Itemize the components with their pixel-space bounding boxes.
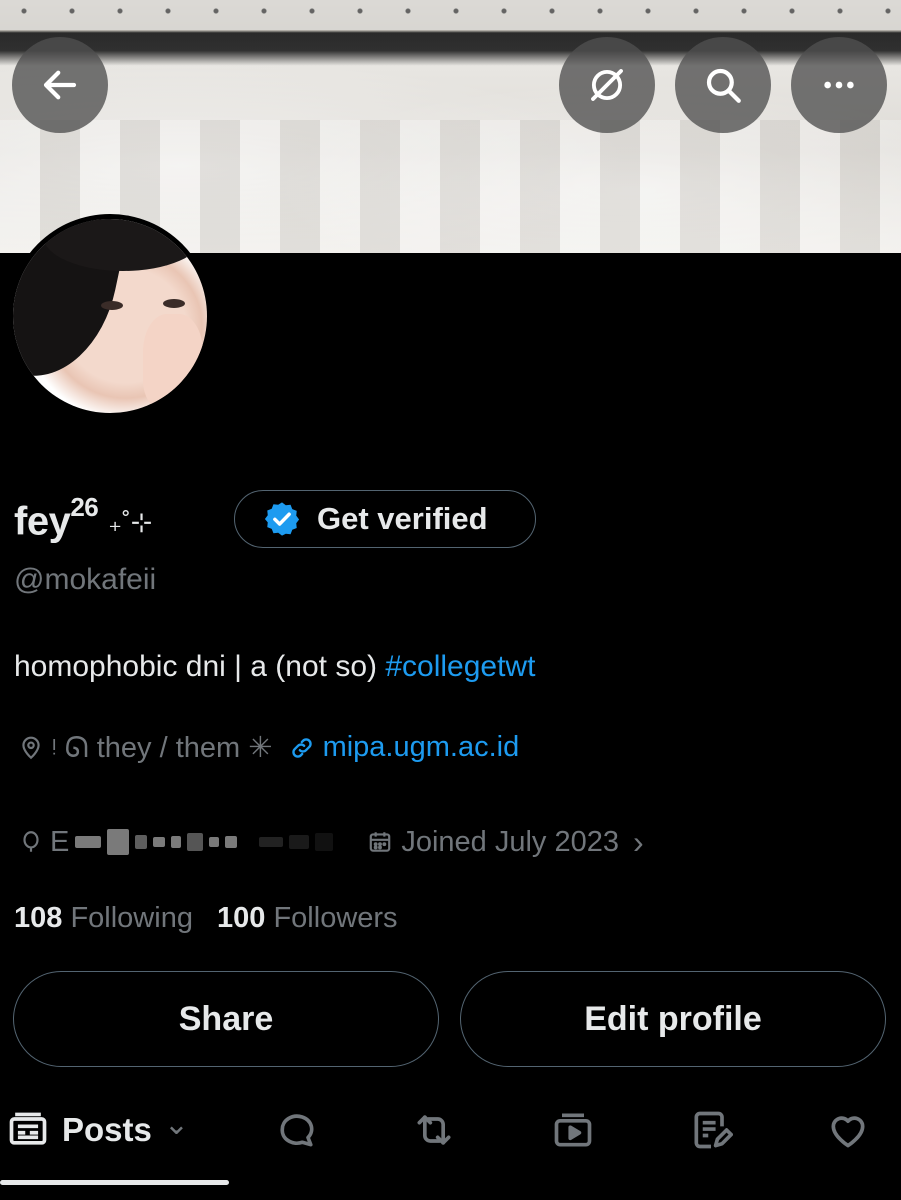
followers-link[interactable]: 100 Followers <box>217 902 398 934</box>
posts-feed-icon <box>9 1112 47 1145</box>
pixelated-birthday <box>75 829 339 855</box>
tab-articles[interactable] <box>689 1095 733 1165</box>
avatar-hand <box>143 314 203 409</box>
arrow-left-icon <box>43 70 77 100</box>
balloon-icon <box>23 831 39 852</box>
grok-icon <box>591 69 623 101</box>
following-count: 108 <box>14 902 63 934</box>
video-icon <box>554 1113 592 1147</box>
chevron-down-icon[interactable]: ⌄ <box>164 1107 189 1142</box>
get-verified-button[interactable]: Get verified <box>234 490 536 548</box>
tab-likes[interactable] <box>826 1095 870 1165</box>
tab-videos[interactable] <box>551 1095 595 1165</box>
display-name-superscript: 26 <box>70 491 99 522</box>
profile-meta-row-1: ᵎ ᘏ they / them ✳︎ mipa.ugm.ac.id <box>18 730 519 765</box>
tab-reposts[interactable] <box>412 1095 456 1165</box>
grok-button[interactable] <box>559 37 655 133</box>
more-button[interactable] <box>791 37 887 133</box>
following-label: Following <box>70 902 193 934</box>
calendar-icon <box>370 832 391 852</box>
bio-hashtag-link[interactable]: #collegetwt <box>385 650 535 683</box>
bio-text: homophobic dni | a (not so) <box>14 650 386 683</box>
reply-icon <box>280 1114 314 1147</box>
avatar-eye-right <box>163 299 185 308</box>
heart-icon <box>831 1116 865 1148</box>
display-name: fey26 <box>14 492 99 544</box>
followers-count: 100 <box>217 902 266 934</box>
link-icon <box>291 737 312 758</box>
edit-profile-label: Edit profile <box>584 999 762 1038</box>
tab-posts[interactable]: Posts ⌄ <box>6 1095 189 1165</box>
following-link[interactable]: 108 Following <box>14 902 193 934</box>
joined-date: Joined July 2023 <box>401 825 619 858</box>
avatar-photo <box>13 219 207 413</box>
joined-chevron-icon[interactable]: › <box>633 824 644 861</box>
website-link[interactable]: mipa.ugm.ac.id <box>289 731 520 764</box>
birthday-prefix: E <box>50 825 70 858</box>
back-button[interactable] <box>12 37 108 133</box>
search-icon <box>706 68 741 103</box>
location-text: ᵎ ᘏ they / them ✳︎ <box>52 732 273 764</box>
profile-banner[interactable] <box>0 0 901 253</box>
location-pin-icon <box>22 736 40 759</box>
share-label: Share <box>178 999 274 1038</box>
website-text: mipa.ugm.ac.id <box>322 731 520 763</box>
get-verified-label: Get verified <box>317 501 488 536</box>
banner-lace-pattern <box>0 0 901 30</box>
display-name-row: fey26 ₊˚⊹ <box>14 490 152 550</box>
edit-profile-button[interactable]: Edit profile <box>460 971 886 1067</box>
share-button[interactable]: Share <box>13 971 439 1067</box>
tab-replies[interactable] <box>275 1095 319 1165</box>
display-name-decoration: ₊˚⊹ <box>108 506 153 537</box>
verified-badge-icon <box>264 502 300 536</box>
display-name-text: fey <box>14 499 71 544</box>
bio: homophobic dni | a (not so) #collegetwt <box>14 650 535 684</box>
followers-label: Followers <box>273 902 398 934</box>
avatar[interactable] <box>8 214 212 418</box>
handle: @mokafeii <box>14 563 157 596</box>
avatar-eye-left <box>101 301 123 310</box>
follow-counts: 108 Following 100 Followers <box>14 902 398 935</box>
more-icon <box>824 81 854 89</box>
article-icon <box>694 1111 733 1149</box>
profile-meta-row-2: E Joined July 2023 › <box>18 822 644 862</box>
repost-icon <box>417 1115 451 1145</box>
tab-posts-label: Posts <box>62 1111 152 1148</box>
search-button[interactable] <box>675 37 771 133</box>
active-tab-indicator <box>0 1180 229 1185</box>
profile-tabs: Posts ⌄ <box>0 1095 901 1165</box>
